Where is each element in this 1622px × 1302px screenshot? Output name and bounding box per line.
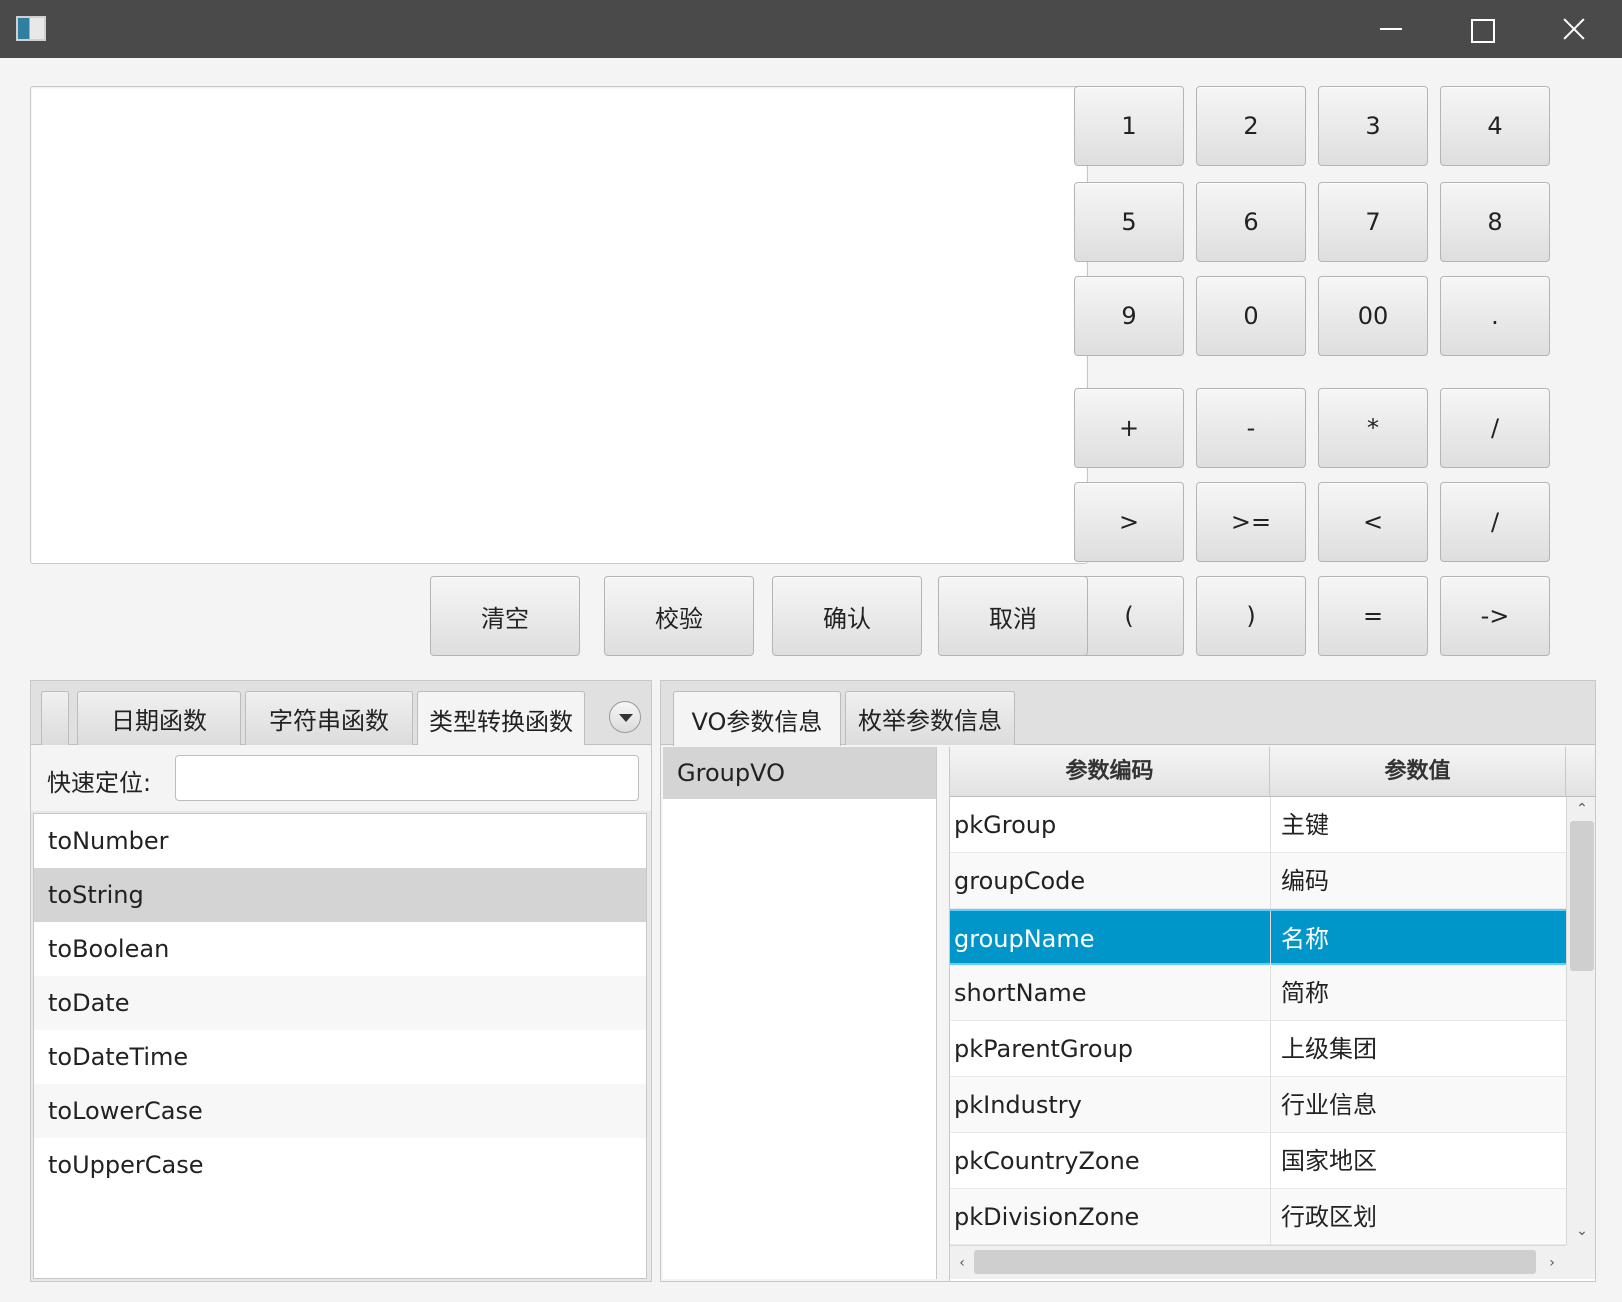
table-row[interactable]: pkIndustry 行业信息 — [950, 1077, 1566, 1133]
table-cell: pkGroup — [954, 811, 1057, 839]
key-button[interactable]: / — [1440, 482, 1550, 562]
clear-button[interactable]: 清空 — [430, 576, 580, 656]
list-item[interactable]: toDateTime — [34, 1030, 646, 1084]
chevron-right-icon[interactable]: › — [1540, 1251, 1564, 1275]
table-cell: pkIndustry — [954, 1091, 1082, 1119]
function-panel: 日期函数 字符串函数 类型转换函数 快速定位: toNumber toStrin… — [30, 680, 652, 1282]
parameter-panel: VO参数信息 枚举参数信息 GroupVO 参数编码 参数值 pkGroup 主… — [660, 680, 1596, 1282]
key-button[interactable]: 0 — [1196, 276, 1306, 356]
table-cell: pkCountryZone — [954, 1147, 1140, 1175]
key-button[interactable]: >= — [1196, 482, 1306, 562]
list-item[interactable]: toBoolean — [34, 922, 646, 976]
table-cell: pkDivisionZone — [954, 1203, 1140, 1231]
list-item[interactable]: toUpperCase — [34, 1138, 646, 1192]
title-bar — [0, 0, 1622, 58]
scrollbar-corner — [1566, 1245, 1595, 1279]
key-button[interactable]: -> — [1440, 576, 1550, 656]
list-item[interactable]: toDate — [34, 976, 646, 1030]
key-button[interactable]: 3 — [1318, 86, 1428, 166]
app-icon — [16, 16, 46, 41]
function-tab-bar: 日期函数 字符串函数 类型转换函数 — [31, 681, 651, 746]
table-cell: 上级集团 — [1270, 1021, 1560, 1077]
scrollbar-thumb[interactable] — [1570, 821, 1594, 971]
expression-editor[interactable] — [30, 86, 1088, 564]
key-button[interactable]: 8 — [1440, 182, 1550, 262]
chevron-left-icon[interactable]: ‹ — [950, 1251, 974, 1275]
quick-locate-row: 快速定位: — [31, 745, 651, 811]
list-item[interactable]: toNumber — [34, 814, 646, 868]
table-cell: 名称 — [1270, 911, 1560, 967]
key-button[interactable]: ( — [1074, 576, 1184, 656]
key-button[interactable]: / — [1440, 388, 1550, 468]
key-button[interactable]: 1 — [1074, 86, 1184, 166]
key-button[interactable]: 4 — [1440, 86, 1550, 166]
key-button[interactable]: - — [1196, 388, 1306, 468]
table-cell: 行业信息 — [1270, 1077, 1560, 1133]
horizontal-scrollbar[interactable]: ‹ › — [950, 1245, 1566, 1279]
key-button[interactable]: < — [1318, 482, 1428, 562]
parameter-table: 参数编码 参数值 pkGroup 主键 groupCode 编码 groupNa… — [949, 747, 1595, 1281]
column-header-param-value[interactable]: 参数值 — [1270, 747, 1566, 797]
table-row[interactable]: pkDivisionZone 行政区划 — [950, 1189, 1566, 1245]
tab-type-conversion-functions[interactable]: 类型转换函数 — [417, 691, 585, 746]
quick-locate-input[interactable] — [175, 755, 639, 801]
table-header: 参数编码 参数值 — [950, 747, 1595, 797]
chevron-up-icon[interactable]: ⌃ — [1570, 797, 1594, 821]
key-button[interactable]: * — [1318, 388, 1428, 468]
list-item[interactable]: toString — [34, 868, 646, 922]
key-button[interactable]: 5 — [1074, 182, 1184, 262]
minimize-icon[interactable] — [1346, 0, 1436, 58]
scrollbar-thumb[interactable] — [974, 1250, 1536, 1274]
table-cell: 编码 — [1270, 853, 1560, 909]
table-cell: 简称 — [1270, 965, 1560, 1021]
table-cell: pkParentGroup — [954, 1035, 1134, 1063]
chevron-down-icon[interactable] — [609, 701, 641, 733]
key-button[interactable]: 6 — [1196, 182, 1306, 262]
key-button[interactable]: + — [1074, 388, 1184, 468]
cancel-button[interactable]: 取消 — [938, 576, 1088, 656]
confirm-button[interactable]: 确认 — [772, 576, 922, 656]
key-button[interactable]: 7 — [1318, 182, 1428, 262]
key-button[interactable]: 2 — [1196, 86, 1306, 166]
key-button[interactable]: 00 — [1318, 276, 1428, 356]
table-row[interactable]: groupCode 编码 — [950, 853, 1566, 909]
quick-locate-label: 快速定位: — [47, 769, 152, 797]
list-item[interactable]: toLowerCase — [34, 1084, 646, 1138]
table-row[interactable]: pkGroup 主键 — [950, 797, 1566, 853]
tab-vo-params[interactable]: VO参数信息 — [673, 691, 841, 746]
key-button[interactable]: ) — [1196, 576, 1306, 656]
tab-string-functions[interactable]: 字符串函数 — [245, 691, 413, 745]
table-row[interactable]: pkCountryZone 国家地区 — [950, 1133, 1566, 1189]
table-row[interactable]: pkParentGroup 上级集团 — [950, 1021, 1566, 1077]
tab-enum-params[interactable]: 枚举参数信息 — [845, 691, 1015, 745]
maximize-icon[interactable] — [1436, 0, 1526, 58]
table-row[interactable]: shortName 简称 — [950, 965, 1566, 1021]
key-button[interactable]: = — [1318, 576, 1428, 656]
validate-button[interactable]: 校验 — [604, 576, 754, 656]
table-cell: shortName — [954, 979, 1087, 1007]
tab-date-functions[interactable]: 日期函数 — [77, 691, 241, 745]
list-item[interactable]: GroupVO — [663, 747, 936, 799]
table-row[interactable]: groupName 名称 — [950, 909, 1566, 967]
close-icon[interactable] — [1528, 0, 1618, 58]
table-cell: 行政区划 — [1270, 1189, 1560, 1245]
column-header-param-code[interactable]: 参数编码 — [950, 747, 1270, 797]
key-button[interactable]: 9 — [1074, 276, 1184, 356]
chevron-down-icon[interactable]: ⌄ — [1570, 1219, 1594, 1243]
table-body: pkGroup 主键 groupCode 编码 groupName 名称 sho… — [950, 797, 1566, 1245]
vertical-scrollbar[interactable]: ⌃ ⌄ — [1566, 797, 1595, 1245]
key-button[interactable]: > — [1074, 482, 1184, 562]
table-cell: groupName — [954, 925, 1095, 953]
table-cell: 主键 — [1270, 797, 1560, 853]
parameter-tab-bar: VO参数信息 枚举参数信息 — [661, 681, 1595, 746]
vo-list: GroupVO — [663, 747, 937, 1279]
tab-hidden[interactable] — [41, 691, 69, 745]
table-cell: 国家地区 — [1270, 1133, 1560, 1189]
function-list: toNumber toString toBoolean toDate toDat… — [33, 813, 647, 1279]
table-cell: groupCode — [954, 867, 1086, 895]
key-button[interactable]: . — [1440, 276, 1550, 356]
